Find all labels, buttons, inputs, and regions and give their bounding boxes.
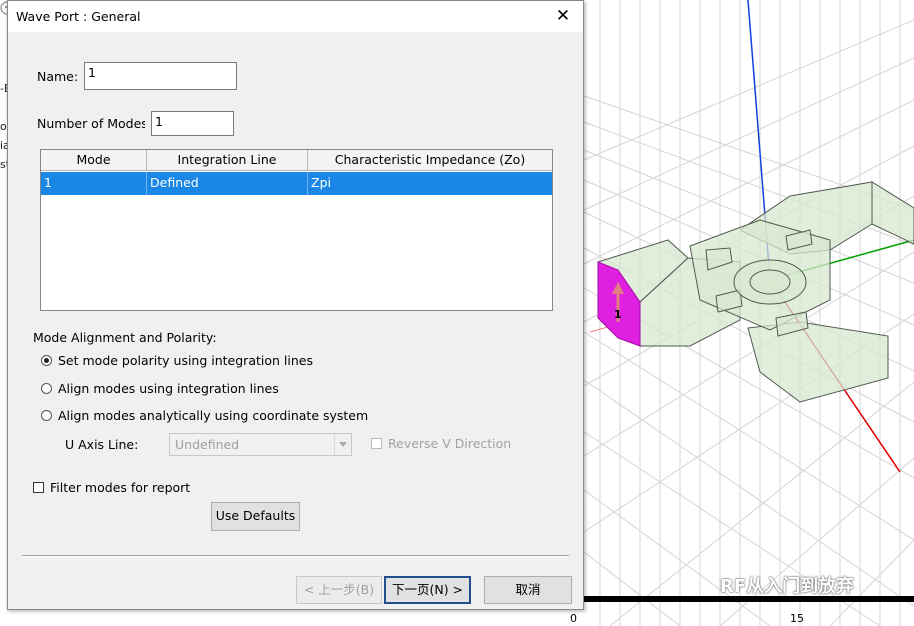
title-bar[interactable]: Wave Port : General ✕ xyxy=(8,1,583,32)
radio-label-align-integration[interactable]: Align modes using integration lines xyxy=(58,381,279,396)
alignment-heading: Mode Alignment and Polarity: xyxy=(33,330,217,345)
waveguide-model xyxy=(597,181,914,403)
divider xyxy=(22,555,569,557)
radio-align-coordinate[interactable] xyxy=(41,410,52,421)
back-button[interactable]: < 上一步(B) xyxy=(296,576,382,604)
cell-integration-line[interactable]: Defined xyxy=(147,172,308,195)
port-label: 1 xyxy=(614,308,622,321)
header-integration-line[interactable]: Integration Line xyxy=(147,150,308,171)
radio-label-align-coordinate[interactable]: Align modes analytically using coordinat… xyxy=(58,408,368,423)
radio-align-integration[interactable] xyxy=(41,383,52,394)
close-icon[interactable]: ✕ xyxy=(553,6,573,26)
number-of-modes-input[interactable]: 1 xyxy=(151,111,234,136)
scale-label-left: 0 xyxy=(570,612,577,625)
name-label: Name: xyxy=(37,69,79,84)
u-axis-label: U Axis Line: xyxy=(65,437,139,452)
chevron-down-icon[interactable] xyxy=(334,434,351,455)
reverse-v-checkbox[interactable] xyxy=(371,438,382,449)
radio-label-polarity[interactable]: Set mode polarity using integration line… xyxy=(58,353,313,368)
u-axis-select[interactable]: Undefined xyxy=(169,433,352,456)
radio-polarity-integration[interactable] xyxy=(41,355,52,366)
modes-label: Number of Modes: xyxy=(37,116,145,131)
wave-port-dialog: Wave Port : General ✕ Name: 1 Number of … xyxy=(7,0,584,610)
name-input[interactable]: 1 xyxy=(84,62,237,90)
reverse-v-label[interactable]: Reverse V Direction xyxy=(388,436,511,451)
scale-label-right: 15 xyxy=(790,612,804,625)
use-defaults-button[interactable]: Use Defaults xyxy=(211,502,300,531)
modes-table: Mode Integration Line Characteristic Imp… xyxy=(40,149,553,311)
filter-modes-checkbox[interactable] xyxy=(33,482,44,493)
dialog-title: Wave Port : General xyxy=(16,9,141,24)
cancel-button[interactable]: 取消 xyxy=(484,576,572,604)
cell-impedance[interactable]: Zpi xyxy=(308,172,552,195)
u-axis-value: Undefined xyxy=(175,437,240,452)
next-button[interactable]: 下一页(N) > xyxy=(384,576,471,604)
header-mode[interactable]: Mode xyxy=(41,150,147,171)
watermark-text: RF从入门到放弃 xyxy=(720,576,855,597)
header-impedance[interactable]: Characteristic Impedance (Zo) xyxy=(308,150,552,171)
filter-modes-label[interactable]: Filter modes for reporter xyxy=(50,480,190,495)
cell-mode[interactable]: 1 xyxy=(41,172,147,195)
table-row[interactable]: 1 Defined Zpi xyxy=(41,172,552,195)
